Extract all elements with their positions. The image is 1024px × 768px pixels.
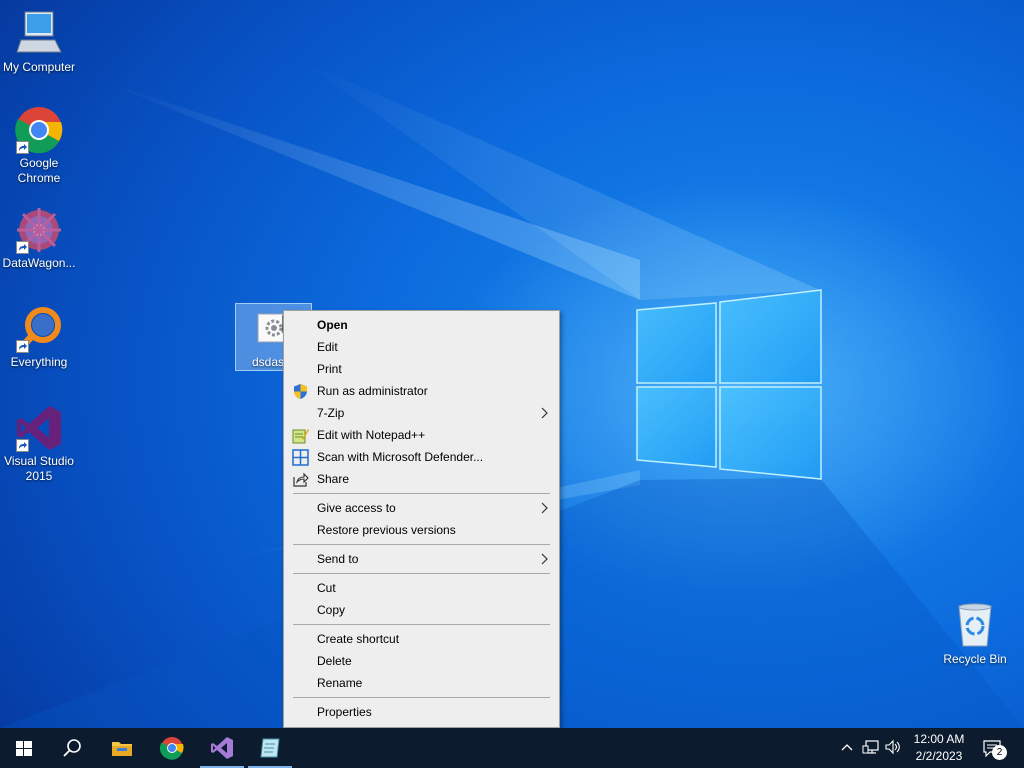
volume-icon[interactable] [884,738,902,756]
recycle-bin-icon [951,602,999,650]
desktop-icon-visual-studio-2015[interactable]: Visual Studio 2015 [0,404,78,484]
menu-item-label: Send to [317,552,359,566]
menu-separator [293,697,550,698]
search-button[interactable] [48,728,96,768]
tray-clock[interactable]: 12:00 AM 2/2/2023 [908,731,970,765]
menu-item-label: Give access to [317,501,396,515]
uac-shield-icon [292,383,309,400]
menu-item-label: Share [317,472,350,486]
menu-item-label: Delete [317,654,352,668]
visual-studio-icon [15,404,63,452]
menu-item-label: Create shortcut [317,632,400,646]
desktop-icon-datawagon[interactable]: DataWagon... [0,206,78,271]
menu-item-label: Edit [317,340,338,354]
menu-item-label: Rename [317,676,363,690]
menu-item-share[interactable]: Share [284,468,559,490]
shortcut-arrow-icon [16,340,29,353]
taskbar: 12:00 AM 2/2/2023 2 [0,728,1024,768]
menu-item-edit[interactable]: Edit [284,336,559,358]
menu-item-print[interactable]: Print [284,358,559,380]
desktop-icon-everything[interactable]: Everything [0,305,78,370]
menu-separator [293,544,550,545]
search-icon [63,739,81,757]
menu-item-label: Scan with Microsoft Defender... [317,450,484,464]
desktop-icon-label: Visual Studio 2015 [4,454,74,483]
desktop-icon-label: Google Chrome [17,156,61,185]
menu-item-label: Properties [317,705,372,719]
menu-item-cut[interactable]: Cut [284,577,559,599]
menu-separator [293,573,550,574]
taskbar-visual-studio[interactable] [198,728,246,768]
menu-item-run-as-administrator[interactable]: Run as administrator [284,380,559,402]
desktop-icon-label: Recycle Bin [943,652,1007,666]
file-explorer-icon [112,742,132,756]
menu-item-create-shortcut[interactable]: Create shortcut [284,628,559,650]
menu-item-label: Edit with Notepad++ [317,428,426,442]
chevron-right-icon [540,497,550,519]
notepadpp-icon [292,427,309,444]
desktop-icon-recycle-bin[interactable]: Recycle Bin [936,602,1014,667]
menu-item-label: 7-Zip [317,406,345,420]
chevron-right-icon [540,548,550,570]
menu-item-delete[interactable]: Delete [284,650,559,672]
desktop-icon-label: Everything [10,355,68,369]
menu-item-edit-with-notepadpp[interactable]: Edit with Notepad++ [284,424,559,446]
computer-icon [15,10,63,58]
menu-item-rename[interactable]: Rename [284,672,559,694]
chevron-right-icon [540,402,550,424]
menu-item-7zip[interactable]: 7-Zip [284,402,559,424]
start-button[interactable] [0,728,48,768]
desktop-icon-my-computer[interactable]: My Computer [0,10,78,75]
share-icon [292,471,309,488]
shortcut-arrow-icon [16,241,29,254]
shortcut-arrow-icon [16,439,29,452]
notepad-icon [260,738,280,758]
chrome-icon [160,737,184,760]
defender-icon [292,449,309,466]
shortcut-arrow-icon [16,141,29,154]
datawagon-icon [15,206,63,254]
menu-separator [293,493,550,494]
menu-item-label: Cut [317,581,336,595]
notification-badge: 2 [992,745,1007,760]
menu-item-label: Restore previous versions [317,523,456,537]
menu-item-scan-with-defender[interactable]: Scan with Microsoft Defender... [284,446,559,468]
taskbar-notepad[interactable] [246,728,294,768]
menu-item-open[interactable]: Open [284,314,559,336]
menu-item-label: Open [317,318,348,332]
everything-icon [15,305,63,353]
menu-item-label: Run as administrator [317,384,428,398]
clock-time: 12:00 AM [913,732,965,746]
menu-item-properties[interactable]: Properties [284,701,559,723]
network-icon[interactable] [862,738,880,756]
chevron-up-icon[interactable] [840,738,854,756]
chrome-icon [15,106,63,154]
start-icon [16,741,32,756]
menu-item-send-to[interactable]: Send to [284,548,559,570]
desktop[interactable]: My Computer Google Chrome DataWagon... E… [0,0,1024,728]
visual-studio-icon [211,737,233,759]
menu-separator [293,624,550,625]
clock-date: 2/2/2023 [915,749,963,763]
menu-item-label: Copy [317,603,346,617]
menu-item-give-access-to[interactable]: Give access to [284,497,559,519]
taskbar-file-explorer[interactable] [98,728,146,768]
menu-item-label: Print [317,362,342,376]
desktop-icon-label: My Computer [2,60,76,74]
menu-item-restore-previous-versions[interactable]: Restore previous versions [284,519,559,541]
menu-item-copy[interactable]: Copy [284,599,559,621]
taskbar-chrome[interactable] [148,728,196,768]
desktop-icon-label: DataWagon... [2,256,76,270]
desktop-icon-google-chrome[interactable]: Google Chrome [0,106,78,186]
context-menu: Open Edit Print Run as administrator 7-Z… [283,310,560,728]
